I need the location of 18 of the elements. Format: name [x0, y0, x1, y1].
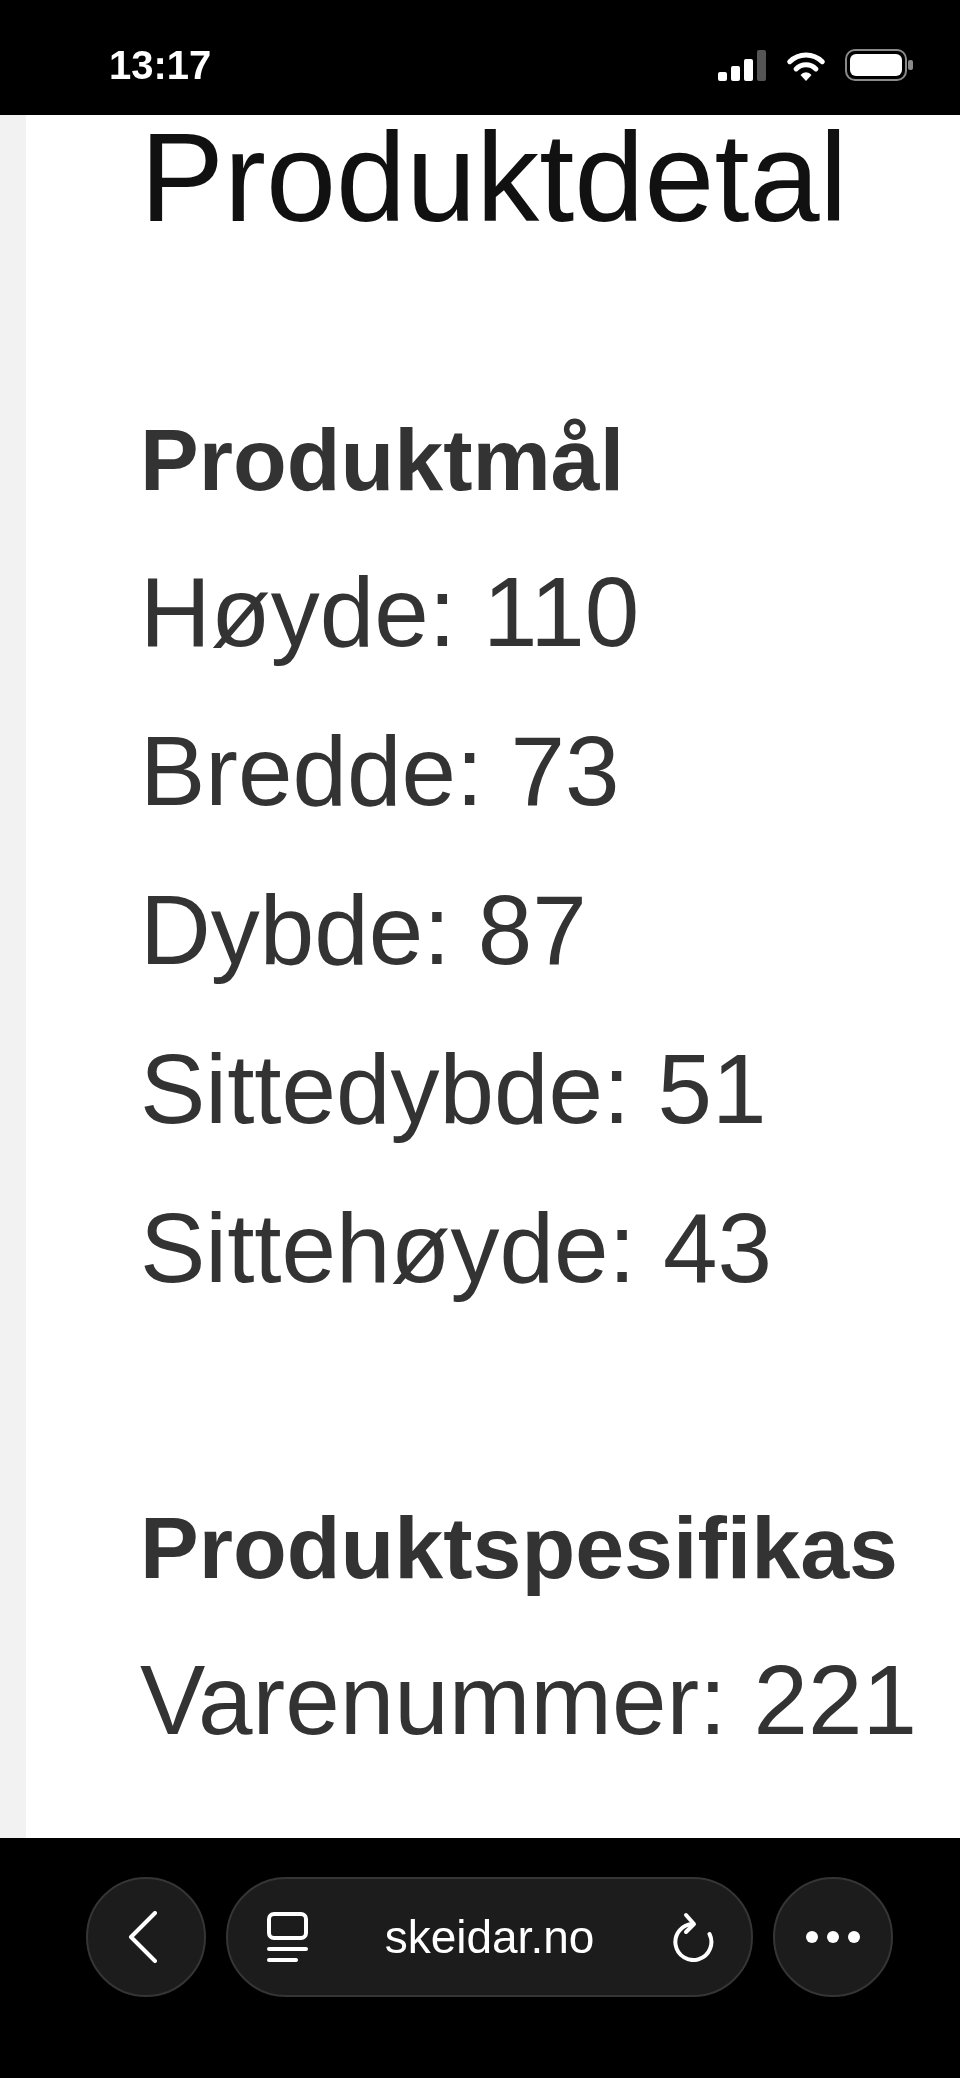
status-time: 13:17 — [109, 45, 212, 85]
signal-icon — [718, 49, 767, 81]
section-heading: Produktspesifikas — [140, 1497, 900, 1599]
spec-text: Sittehøyde: 43 — [140, 1192, 773, 1305]
spec-text: Høyde: 110 — [140, 556, 641, 669]
layout-icon[interactable] — [267, 1912, 308, 1962]
page-title: Produktdetal — [140, 115, 849, 241]
chevron-left-icon — [128, 1911, 158, 1963]
spec-text: Bredde: 73 — [140, 715, 621, 828]
wifi-icon — [785, 49, 827, 81]
spec-text: Varenummer: 221 — [140, 1644, 919, 1757]
refresh-icon[interactable] — [671, 1912, 715, 1962]
spec-text: Sittedybde: 51 — [140, 1033, 768, 1146]
battery-icon — [845, 49, 914, 81]
section-heading: Produktmål — [140, 409, 626, 511]
address-bar[interactable]: skeidar.no — [226, 1877, 753, 1997]
more-icon — [806, 1931, 860, 1943]
spec-text: Dybde: 87 — [140, 874, 588, 987]
